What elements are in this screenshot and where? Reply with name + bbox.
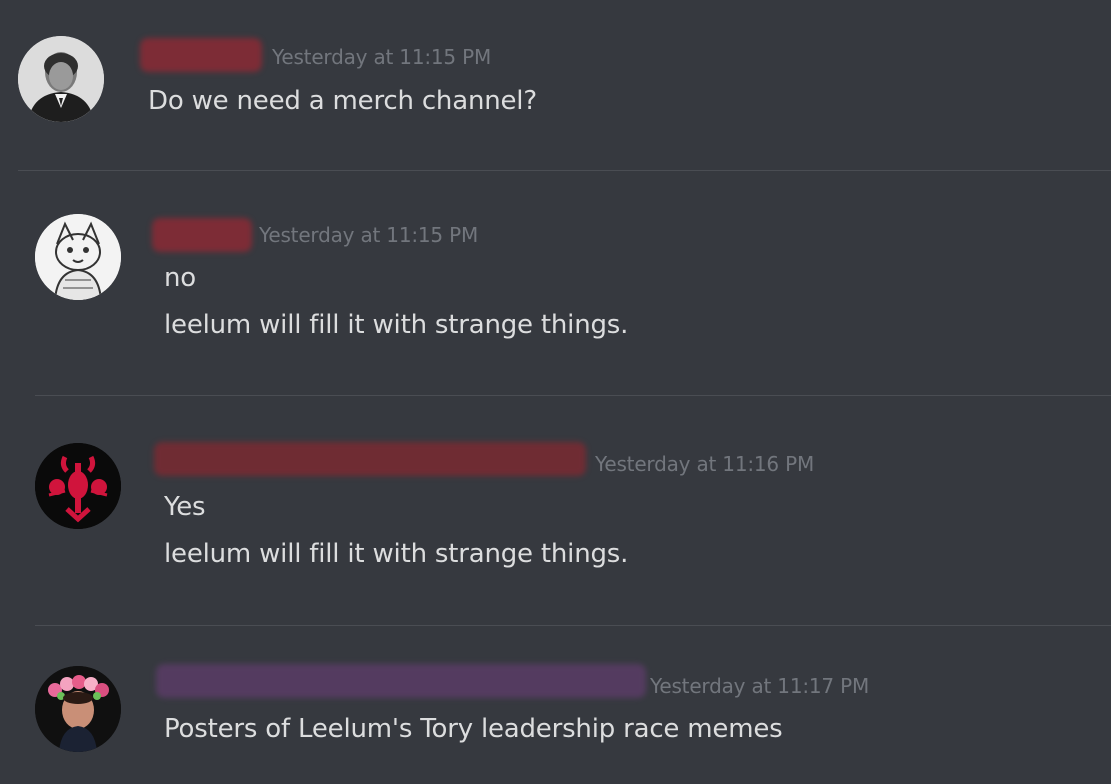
redacted-username[interactable] (154, 442, 586, 476)
message-text: leelum will fill it with strange things. (164, 539, 629, 569)
message-text: Yes (164, 492, 206, 522)
message-timestamp: Yesterday at 11:15 PM (272, 45, 492, 69)
message-text: Posters of Leelum's Tory leadership race… (164, 714, 783, 744)
redacted-username[interactable] (140, 38, 262, 72)
chat-message: Yesterday at 11:17 PM Posters of Leelum'… (0, 626, 1111, 784)
user-avatar[interactable] (35, 443, 121, 529)
message-text: leelum will fill it with strange things. (164, 310, 629, 340)
message-timestamp: Yesterday at 11:17 PM (650, 674, 870, 698)
chat-message: Yesterday at 11:15 PM Do we need a merch… (0, 0, 1111, 170)
redacted-username[interactable] (152, 218, 252, 252)
message-text: Do we need a merch channel? (148, 86, 537, 116)
red-lobster-emblem-icon (35, 443, 121, 529)
chat-message: Yesterday at 11:15 PM no leelum will fil… (0, 171, 1111, 395)
flower-crown-portrait-icon (35, 666, 121, 752)
user-avatar[interactable] (18, 36, 104, 122)
chat-message: Yesterday at 11:16 PM Yes leelum will fi… (0, 396, 1111, 625)
sketched-cat-icon (35, 214, 121, 300)
redacted-username[interactable] (156, 664, 646, 698)
message-timestamp: Yesterday at 11:16 PM (595, 452, 815, 476)
chat-message-list: Yesterday at 11:15 PM Do we need a merch… (0, 0, 1111, 784)
portrait-man-suit-icon (18, 36, 104, 122)
message-text: no (164, 263, 196, 293)
user-avatar[interactable] (35, 666, 121, 752)
message-timestamp: Yesterday at 11:15 PM (259, 223, 479, 247)
user-avatar[interactable] (35, 214, 121, 300)
